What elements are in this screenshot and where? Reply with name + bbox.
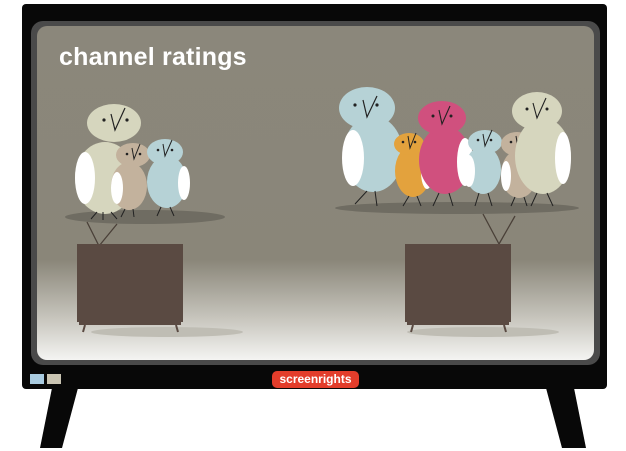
- right-tv-antenna: [482, 213, 516, 245]
- blue-bird-left: [147, 139, 190, 217]
- right-bird-group-shadow: [335, 202, 579, 214]
- brand-badge[interactable]: screenrights: [272, 371, 359, 388]
- left-tv-shadow: [91, 327, 243, 337]
- illustration-scene: [65, 87, 579, 337]
- blue-bird-right-large: [339, 87, 403, 207]
- indicator-light-beige: [47, 374, 61, 384]
- left-tv-antenna: [86, 221, 118, 247]
- left-tv-stand: [79, 322, 181, 325]
- indicator-light-blue: [30, 374, 44, 384]
- right-tv-cabinet: [405, 244, 511, 322]
- blue-bird-right-small: [463, 129, 502, 207]
- right-tv-stand: [407, 322, 509, 325]
- right-tv-shadow: [407, 327, 559, 337]
- tv-right-leg: [546, 388, 586, 448]
- tv-left-leg: [40, 388, 78, 448]
- tv-screen: channel ratings: [37, 26, 594, 360]
- left-tv-cabinet: [77, 244, 183, 322]
- pink-bird-right: [418, 101, 473, 207]
- left-bird-group-shadow: [65, 210, 225, 224]
